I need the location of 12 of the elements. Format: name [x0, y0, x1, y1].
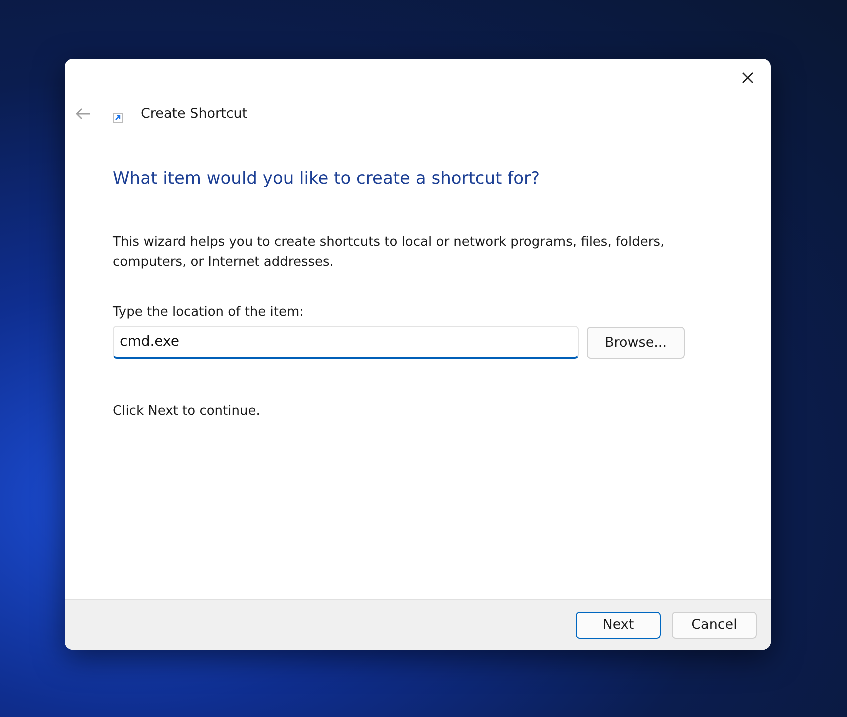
- wizard-heading: What item would you like to create a shortcut for?: [113, 168, 542, 192]
- field-label: Type the location of the item:: [113, 304, 306, 322]
- back-arrow-icon: [75, 108, 91, 120]
- next-button[interactable]: Next: [576, 612, 661, 638]
- shortcut-arrow-icon: [113, 113, 123, 124]
- location-field[interactable]: cmd.exe: [113, 326, 579, 360]
- browse-button[interactable]: Browse...: [587, 326, 685, 359]
- close-icon: [742, 72, 754, 84]
- description-text: This wizard helps you to create shortcuts to local or network programs, files, folders, computers, or Internet addresses.: [113, 234, 666, 272]
- cancel-button[interactable]: Cancel: [672, 612, 757, 638]
- window-title: Create Shortcut: [141, 105, 248, 124]
- hint-text: Click Next to continue.: [113, 403, 262, 422]
